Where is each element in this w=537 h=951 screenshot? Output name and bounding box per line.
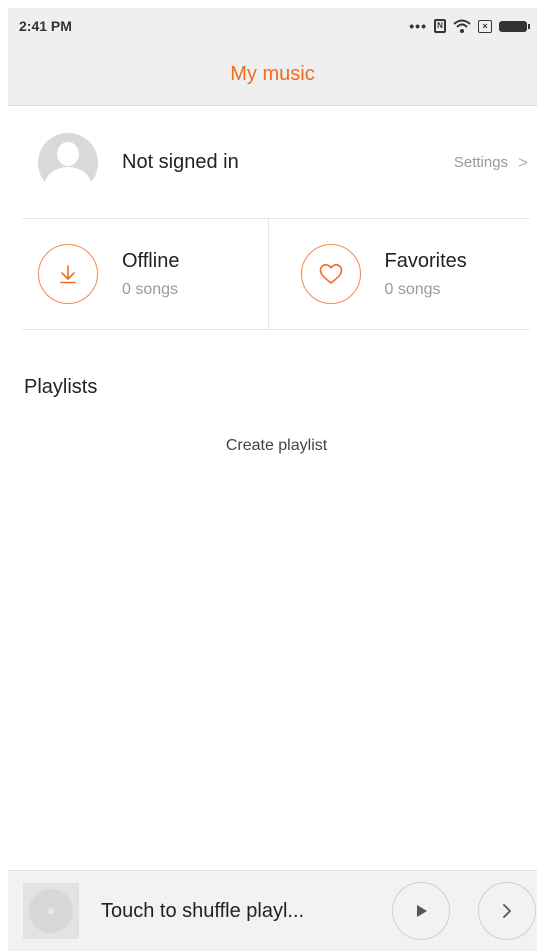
heart-icon	[300, 244, 361, 304]
favorites-title: Favorites	[384, 249, 467, 272]
playlists-heading: Playlists	[24, 376, 98, 398]
play-icon	[417, 905, 427, 917]
quick-access-row: Offline 0 songs Favorites 0 songs	[22, 219, 530, 330]
favorites-count: 0 songs	[384, 280, 441, 298]
create-playlist-button[interactable]: Create playlist	[0, 437, 537, 455]
offline-button[interactable]: Offline 0 songs	[22, 219, 268, 329]
offline-title: Offline	[122, 249, 180, 272]
nfc-icon: N	[434, 19, 446, 33]
avatar-head-shape	[57, 141, 79, 166]
battery-icon	[499, 20, 530, 32]
download-icon	[38, 244, 98, 304]
favorites-text: Favorites 0 songs	[385, 250, 467, 299]
chevron-right-icon: >	[518, 152, 528, 172]
page-title-text: My music	[230, 63, 315, 85]
avatar-shoulders-shape	[44, 166, 92, 193]
mini-player[interactable]: Touch to shuffle playl...	[8, 870, 537, 951]
disc-icon	[29, 889, 73, 933]
avatar[interactable]	[38, 132, 98, 193]
favorites-button[interactable]: Favorites 0 songs	[267, 219, 531, 329]
account-row[interactable]: Not signed in Settings >	[22, 107, 530, 219]
account-name[interactable]: Not signed in	[122, 151, 239, 174]
offline-count: 0 songs	[122, 280, 179, 298]
settings-link[interactable]: Settings >	[454, 153, 528, 173]
wifi-icon	[453, 19, 471, 33]
status-bar: 2:41 PM ••• N ×	[8, 8, 537, 44]
chevron-right-icon	[503, 904, 511, 918]
status-icons: ••• N ×	[409, 18, 530, 34]
play-button[interactable]	[392, 882, 450, 940]
sim-icon: ×	[478, 19, 492, 33]
status-time: 2:41 PM	[19, 18, 72, 34]
next-button[interactable]	[478, 882, 536, 940]
track-title[interactable]: Touch to shuffle playl...	[101, 900, 304, 923]
settings-label: Settings	[453, 154, 509, 171]
more-dots-icon: •••	[409, 18, 427, 34]
offline-text: Offline 0 songs	[122, 250, 179, 299]
page-title: My music	[8, 44, 537, 106]
album-art[interactable]	[23, 883, 79, 939]
